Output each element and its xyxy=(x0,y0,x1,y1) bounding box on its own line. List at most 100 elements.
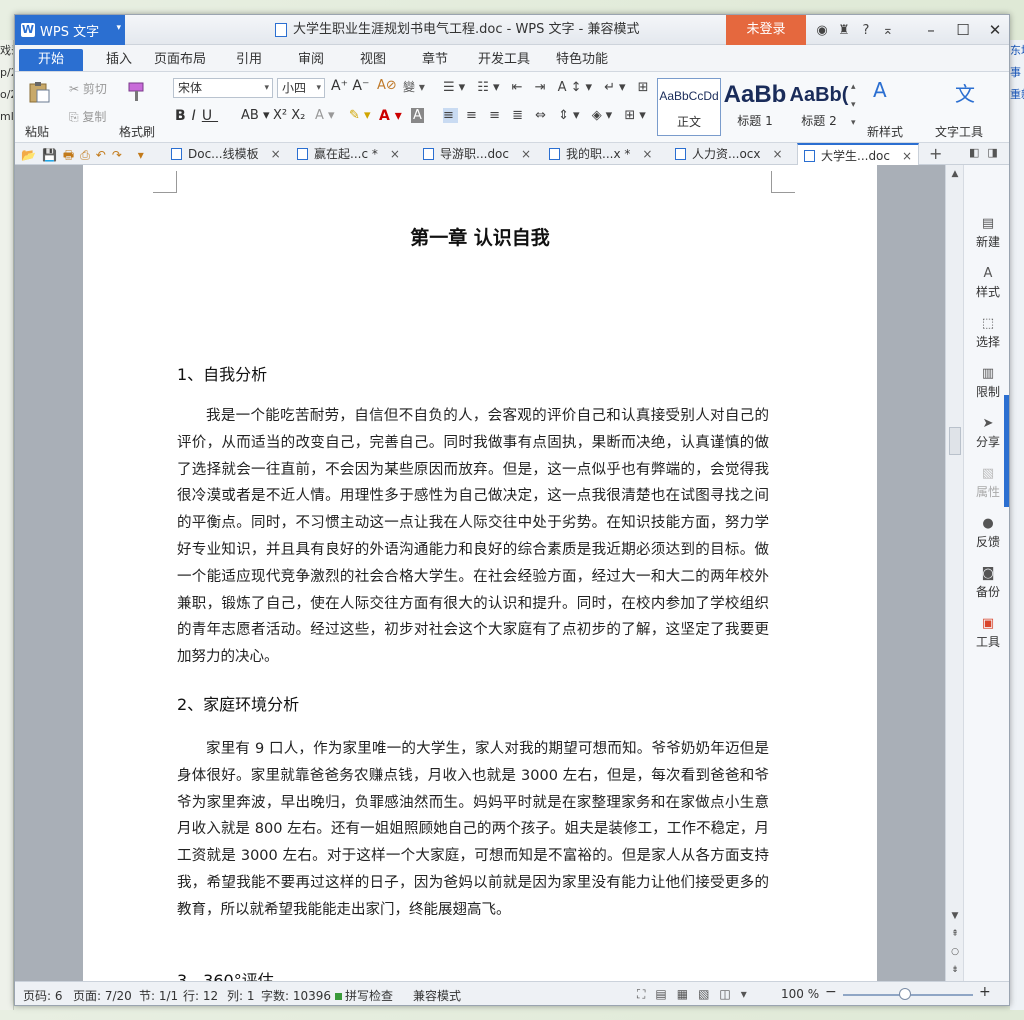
doc-tab-label: 赢在起...c * xyxy=(314,147,378,161)
doc-tab[interactable]: 我的职...x * × xyxy=(549,143,652,165)
phonetic-icon[interactable]: 變 ▾ xyxy=(403,78,425,95)
doc-tab[interactable]: Doc...线模板 × xyxy=(171,143,281,165)
close-tab-icon[interactable]: × xyxy=(271,147,281,161)
copy-button[interactable]: ⎘ 复制 xyxy=(69,108,106,125)
italic-icon[interactable]: I xyxy=(192,108,202,124)
tab-view[interactable]: 视图 xyxy=(351,49,395,71)
tab-chapter[interactable]: 章节 xyxy=(413,49,457,71)
char-shading-icon[interactable]: A xyxy=(411,108,424,123)
scroll-thumb[interactable] xyxy=(949,427,961,455)
close-tab-icon[interactable]: × xyxy=(773,147,783,161)
align-left-icon[interactable]: ≡ xyxy=(443,108,458,123)
clear-format-icon[interactable]: A⊘ xyxy=(377,78,397,93)
new-tab-icon[interactable]: + xyxy=(929,144,942,163)
quick-access-toolbar[interactable]: 📂💾🖶⎙↶↷ ▾ xyxy=(21,146,150,167)
font-size-select[interactable]: 小四 xyxy=(277,78,325,98)
task-styles[interactable]: A 样式 xyxy=(964,267,1009,300)
grow-font-icon[interactable]: A⁺ A⁻ xyxy=(331,78,369,94)
tab-features[interactable]: 特色功能 xyxy=(551,49,613,71)
check-icon xyxy=(335,993,342,1000)
close-icon[interactable]: ✕ xyxy=(979,15,1009,45)
doc-tab-active[interactable]: 大学生...doc × xyxy=(797,143,920,165)
new-style-icon[interactable]: A xyxy=(873,78,887,102)
strike-icon[interactable]: AB ▾ xyxy=(241,108,269,123)
collapse-ribbon-icon[interactable]: ⌅ xyxy=(877,23,899,38)
text-tools-icon[interactable]: 文 xyxy=(955,78,975,107)
close-tab-icon[interactable]: × xyxy=(642,147,652,161)
style-scroll-icon[interactable]: ▴ ▾ ▾ xyxy=(851,78,856,132)
prev-page-icon[interactable]: ⇞ xyxy=(946,929,964,939)
help-icon[interactable]: ? xyxy=(855,23,877,38)
doc-tab[interactable]: 赢在起...c * × xyxy=(297,143,400,165)
zoom-level[interactable]: 100 % xyxy=(781,987,819,1001)
document-page[interactable]: 第一章 认识自我 1、自我分析 我是一个能吃苦耐劳，自信但不自负的人，会客观的评… xyxy=(83,165,877,981)
app-menu-button[interactable]: W WPS 文字 ▾ xyxy=(15,15,125,45)
superscript-icon[interactable]: X² X₂ xyxy=(273,108,305,123)
view-mode-icons[interactable]: ⛶▤▦▧◫▾ xyxy=(637,987,757,1002)
browse-object-icon[interactable]: ○ xyxy=(946,947,964,957)
status-word-count[interactable]: 字数: 10396 xyxy=(261,987,331,1004)
doc-tab[interactable]: 人力资...ocx × xyxy=(675,143,783,165)
underline-icon[interactable]: U xyxy=(202,108,218,124)
vertical-scrollbar[interactable]: ▲ ▼ ⇞ ○ ⇟ xyxy=(945,165,963,981)
zoom-out-icon[interactable]: − xyxy=(825,984,837,1000)
text-effect-icon[interactable]: A ▾ xyxy=(315,108,335,123)
next-page-icon[interactable]: ⇟ xyxy=(946,965,964,975)
format-painter-button[interactable]: 格式刷 xyxy=(119,123,155,140)
zoom-slider-thumb[interactable] xyxy=(899,988,911,1000)
style-preview: AaBb( xyxy=(789,84,849,106)
bg-text: 重新 xyxy=(1010,88,1024,101)
section-body: 我是一个能吃苦耐劳，自信但不自负的人，会客观的评价自己和认真接受别人对自己的评价… xyxy=(177,408,769,666)
tab-insert[interactable]: 插入 xyxy=(97,49,141,71)
shirt-icon[interactable]: ♜ xyxy=(833,23,855,38)
task-label: 备份 xyxy=(975,585,1000,599)
tab-nav-icons[interactable]: ◧◨ xyxy=(969,146,1006,159)
doc-tab[interactable]: 导游职...doc × xyxy=(423,143,531,165)
paste-icon[interactable] xyxy=(27,80,51,104)
paste-button[interactable]: 粘贴 xyxy=(25,123,49,140)
maximize-icon[interactable]: ☐ xyxy=(947,15,979,45)
task-backup[interactable]: ◙ 备份 xyxy=(964,567,1009,600)
style-heading-2[interactable]: AaBb( 标题 2 xyxy=(787,78,851,136)
status-pages[interactable]: 页面: 7/20 xyxy=(73,987,132,1004)
tab-references[interactable]: 引用 xyxy=(227,49,271,71)
task-feedback[interactable]: ● 反馈 xyxy=(964,517,1009,550)
bg-text: p/2 xyxy=(0,66,13,79)
spell-check-toggle[interactable]: 拼写检查 xyxy=(335,987,393,1004)
background-window-right: 东坛 事 重新 xyxy=(1010,40,1024,1010)
new-doc-icon: ▤ xyxy=(981,216,995,231)
cut-button[interactable]: ✂ 剪切 xyxy=(69,80,107,97)
task-tools[interactable]: ▣ 工具 xyxy=(964,617,1009,650)
tab-page-layout[interactable]: 页面布局 xyxy=(149,49,211,71)
tab-review[interactable]: 审阅 xyxy=(289,49,333,71)
bold-icon[interactable]: B xyxy=(175,108,192,124)
minimize-icon[interactable]: – xyxy=(915,15,947,45)
new-style-button[interactable]: 新样式 xyxy=(867,123,903,140)
close-tab-icon[interactable]: × xyxy=(390,147,400,161)
zoom-in-icon[interactable]: + xyxy=(979,984,991,1000)
align-buttons[interactable]: ≡ ≡ ≡ ≣ ⇔ ⇕▾ ◈▾ ⊞▾ xyxy=(443,108,650,123)
font-color-icon[interactable]: A ▾ xyxy=(379,108,402,124)
scroll-up-icon[interactable]: ▲ xyxy=(946,169,964,179)
document-tabs: 📂💾🖶⎙↶↷ ▾ Doc...线模板 × 赢在起...c * × 导游职...doc… xyxy=(15,143,1009,167)
doc-icon xyxy=(804,150,815,162)
style-normal[interactable]: AaBbCcDd 正文 xyxy=(657,78,721,136)
highlight-icon[interactable]: ✎ ▾ xyxy=(349,108,371,123)
task-label: 新建 xyxy=(975,235,1000,249)
close-tab-icon[interactable]: × xyxy=(521,147,531,161)
properties-icon: ▧ xyxy=(981,466,995,481)
task-select[interactable]: ⬚ 选择 xyxy=(964,317,1009,350)
wps-window: W WPS 文字 ▾ 大学生职业生涯规划书电气工程.doc - WPS 文字 -… xyxy=(14,14,1010,1006)
scroll-down-icon[interactable]: ▼ xyxy=(946,911,964,921)
skin-icon[interactable]: ◉ xyxy=(811,23,833,38)
tab-developer[interactable]: 开发工具 xyxy=(475,49,533,71)
close-tab-icon[interactable]: × xyxy=(902,149,912,163)
login-button[interactable]: 未登录 xyxy=(726,15,806,45)
text-tools-button[interactable]: 文字工具 xyxy=(935,123,983,140)
style-heading-1[interactable]: AaBb 标题 1 xyxy=(723,78,787,136)
font-name-select[interactable]: 宋体 xyxy=(173,78,273,98)
tab-home[interactable]: 开始 xyxy=(19,49,83,71)
list-buttons[interactable]: ☰▾ ☷▾ ⇤ ⇥ A↕▾ ↵▾ ⊞ xyxy=(443,80,653,95)
format-painter-icon[interactable] xyxy=(125,80,149,104)
task-new[interactable]: ▤ 新建 xyxy=(964,216,1009,250)
